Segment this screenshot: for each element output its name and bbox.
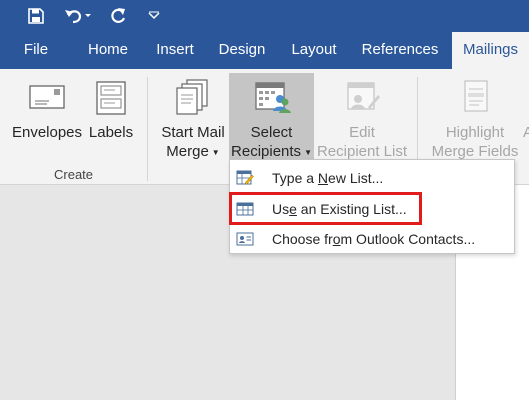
undo-icon [65,10,91,24]
mail-merge-documents-icon [176,79,208,115]
select-recipients-label-line1: Select [250,124,293,141]
menu-item-label: Type a New List... [272,170,384,186]
table-edit-icon [236,170,254,185]
clipped-ribbon-label: A [523,124,529,141]
save-button[interactable] [24,0,48,32]
edit-recipient-list-icon [347,82,380,110]
undo-button[interactable] [60,0,96,32]
menu-item-type-new-list[interactable]: Type a New List... [230,164,514,192]
envelopes-button[interactable]: Envelopes [8,77,86,142]
tab-insert[interactable]: Insert [146,32,204,69]
menu-item-choose-outlook-contacts[interactable]: Choose from Outlook Contacts... [230,225,514,253]
tab-home[interactable]: Home [78,32,138,69]
tab-layout[interactable]: Layout [282,32,346,69]
highlight-merge-fields-icon [464,80,488,112]
redo-icon [111,8,126,23]
envelopes-label: Envelopes [11,124,83,141]
edit-recipient-list-label-line1: Edit [349,124,375,141]
labels-button[interactable]: Labels [86,77,136,142]
ribbon-tab-bar: File Home Insert Design Layout Reference… [0,32,529,69]
labels-label: Labels [88,124,134,141]
start-mail-merge-button[interactable]: Start Mail Merge ▼ [156,77,230,162]
tab-design[interactable]: Design [211,32,273,69]
highlight-merge-fields-label-line1: Highlight [445,124,505,141]
dropdown-caret-icon: ▼ [304,147,312,157]
highlight-annotation-box [229,192,422,225]
edit-recipient-list-button[interactable]: Edit Recipient List [314,77,410,161]
select-recipients-button[interactable]: Select Recipients ▼ [229,73,314,163]
start-mail-merge-label-line2: Merge ▼ [166,143,220,160]
customize-toolbar-button[interactable] [144,0,164,32]
menu-item-label: Choose from Outlook Contacts... [272,231,476,247]
envelope-icon [29,85,65,109]
dropdown-caret-icon: ▼ [211,147,220,157]
tab-references[interactable]: References [356,32,444,69]
redo-button[interactable] [106,0,130,32]
labels-icon [96,81,126,115]
contact-card-icon [236,232,254,246]
highlight-merge-fields-button[interactable]: Highlight Merge Fields [427,77,523,161]
select-recipients-icon [254,82,291,113]
title-bar [0,0,529,32]
group-separator [147,77,148,181]
tab-mailings[interactable]: Mailings [452,32,529,69]
clipped-ribbon-button[interactable]: A [523,123,529,142]
chevron-down-icon [148,11,160,20]
tab-file[interactable]: File [12,32,60,69]
save-icon [28,8,44,24]
start-mail-merge-label-line1: Start Mail [161,124,225,141]
create-group-label: Create [54,167,94,182]
